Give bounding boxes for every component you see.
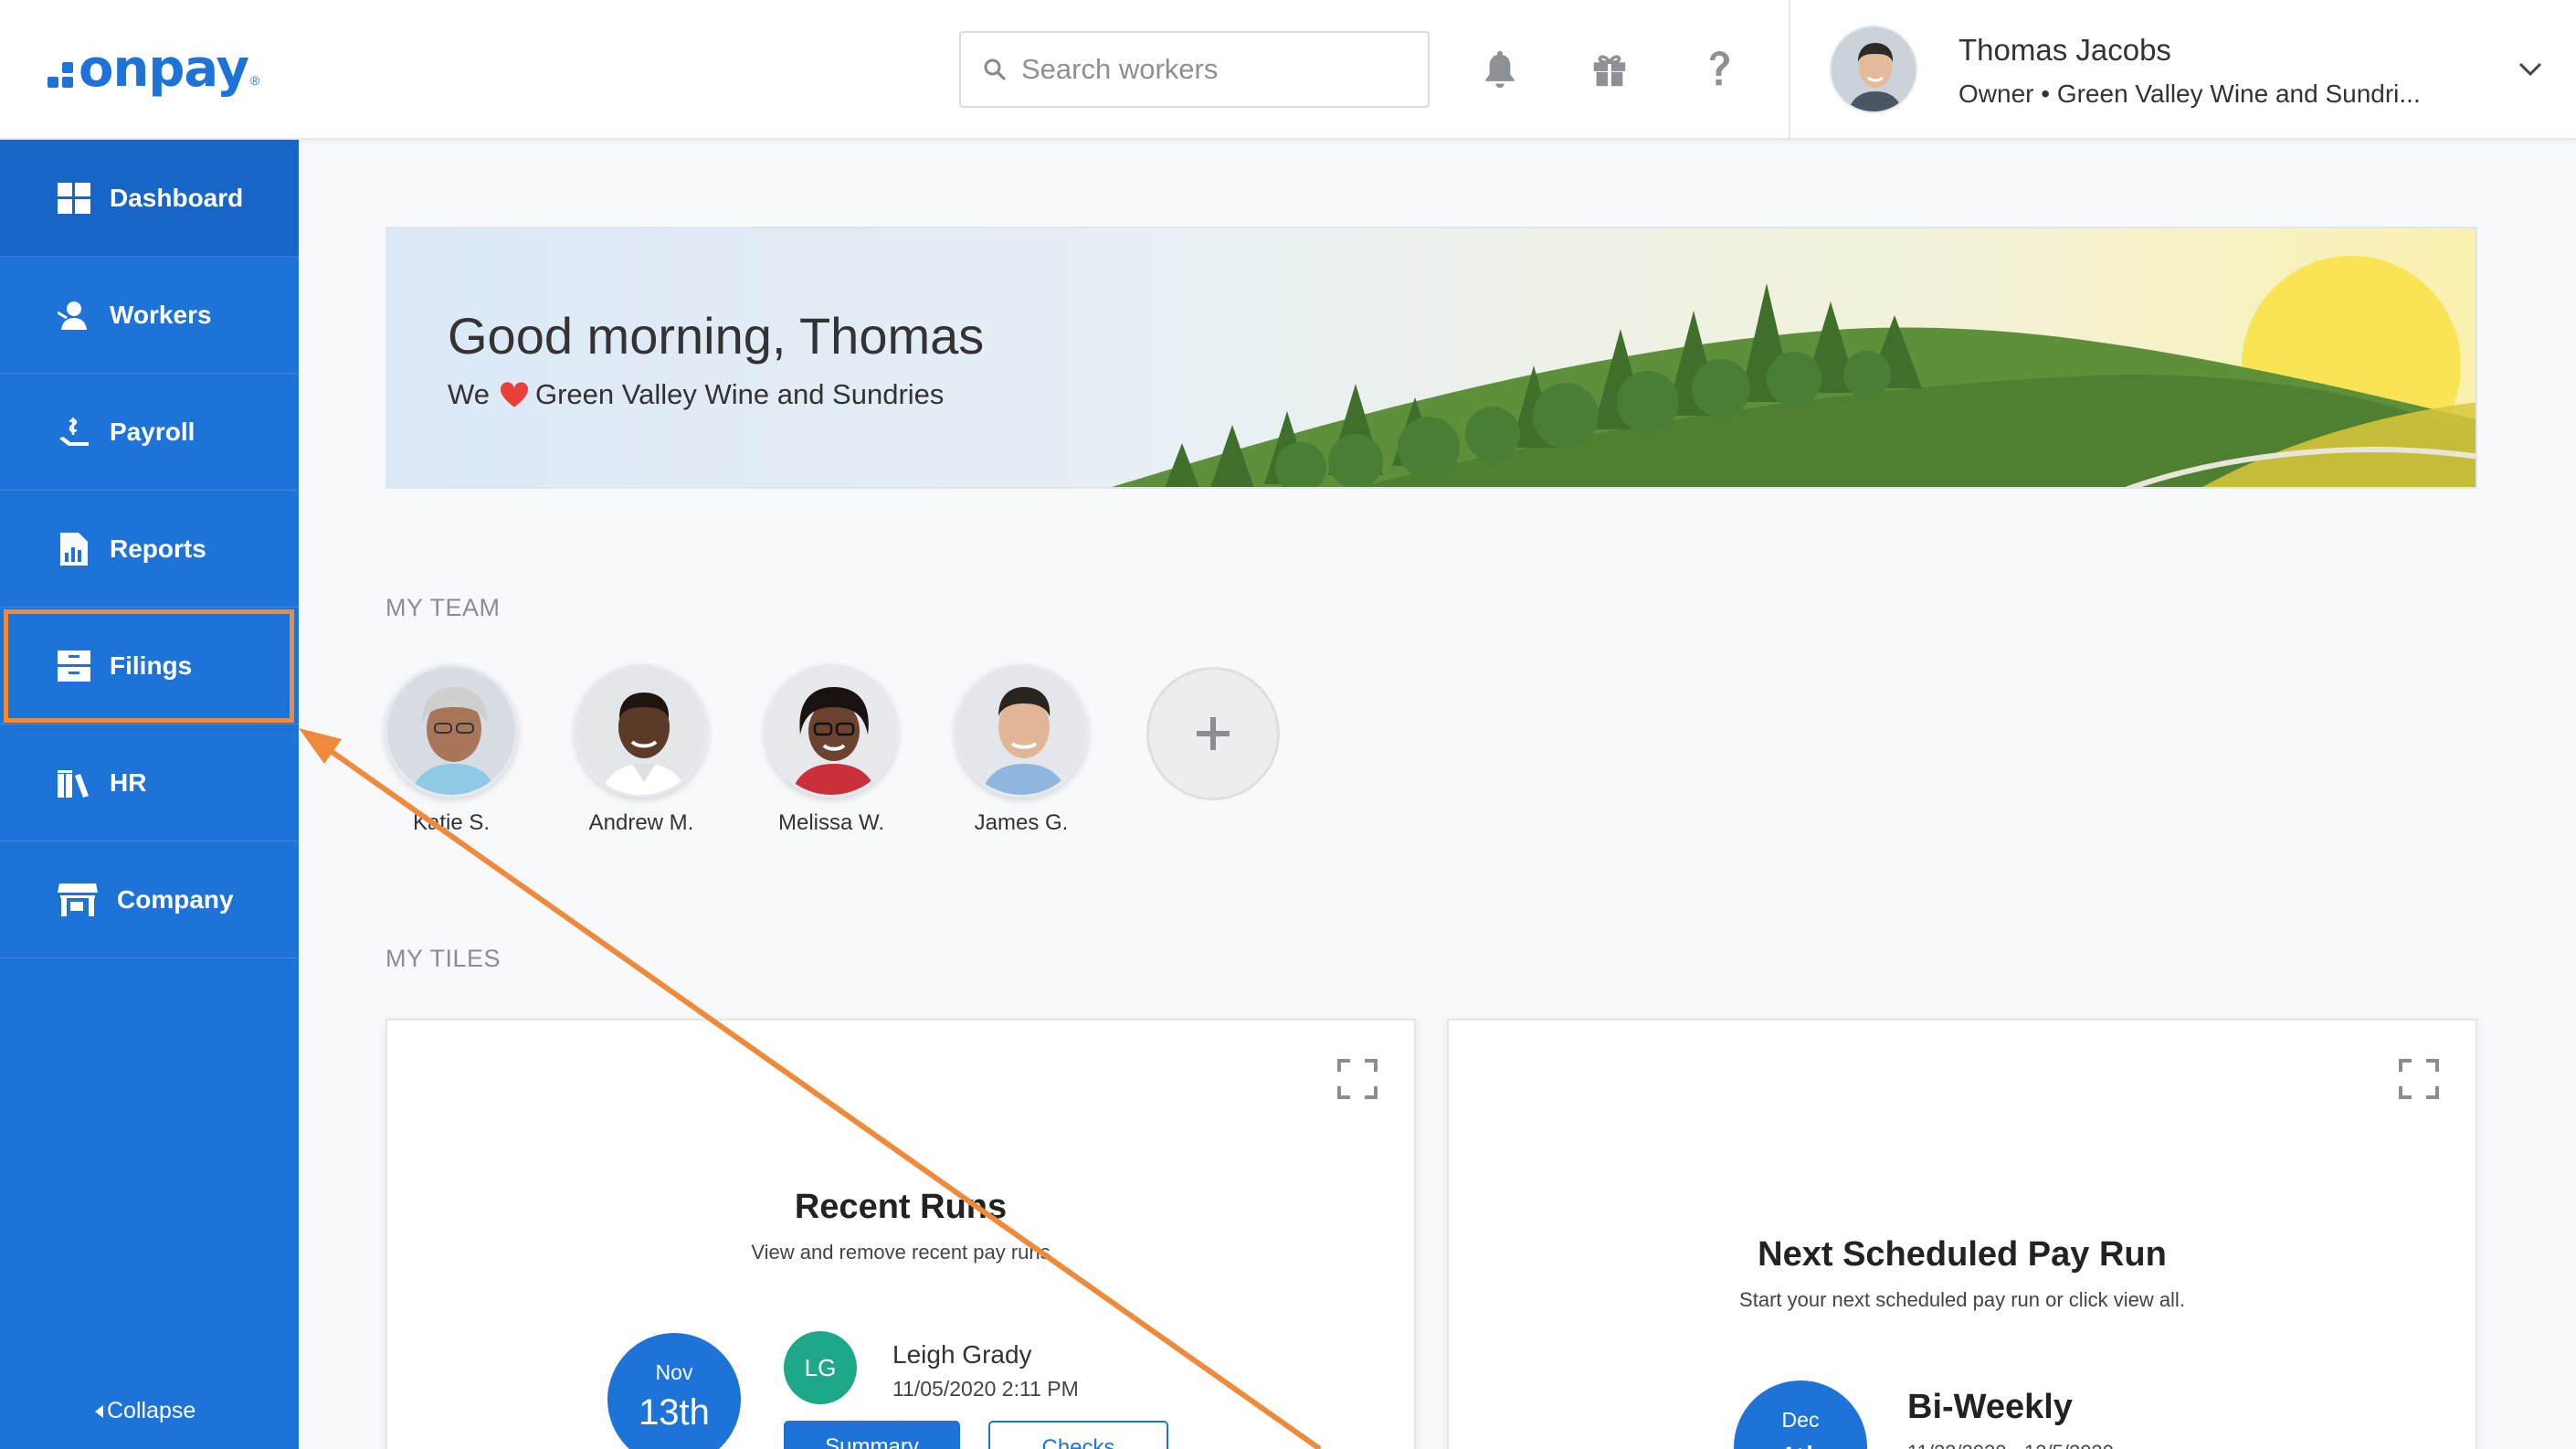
collapse-button[interactable]: Collapse bbox=[95, 1398, 195, 1424]
search-box[interactable] bbox=[959, 31, 1430, 108]
sidebar-item-reports[interactable]: Reports bbox=[0, 491, 299, 608]
run-datetime: 11/05/2020 2:11 PM bbox=[892, 1377, 1079, 1401]
team-member-melissa[interactable]: Melissa W. bbox=[763, 664, 900, 835]
expand-icon[interactable] bbox=[2399, 1059, 2439, 1099]
next-run-day: 4th bbox=[1734, 1440, 1867, 1449]
onpay-logo[interactable]: onpay ® bbox=[48, 37, 259, 100]
sidebar-item-dashboard[interactable]: Dashboard bbox=[0, 140, 299, 257]
greeting-company: Green Valley Wine and Sundries bbox=[534, 378, 945, 410]
arrow-head bbox=[299, 728, 342, 764]
pay-period-range: 11/22/2020 - 12/5/2020 bbox=[1907, 1441, 2114, 1449]
sidebar-item-payroll[interactable]: Payroll bbox=[0, 374, 299, 491]
avatar bbox=[955, 664, 1088, 798]
greeting-subtitle: We Green Valley Wine and Sundries bbox=[448, 378, 944, 411]
user-role-company[interactable]: Owner • Green Valley Wine and Sundri... bbox=[1958, 79, 2421, 109]
summary-button[interactable]: Summary bbox=[784, 1421, 960, 1449]
team-member-james[interactable]: James G. bbox=[953, 664, 1090, 835]
team-member-name: Andrew M. bbox=[588, 810, 694, 835]
team-member-katie[interactable]: Katie S. bbox=[383, 664, 520, 835]
initials-badge: LG bbox=[784, 1331, 857, 1404]
run-month: Nov bbox=[655, 1360, 693, 1384]
sidebar-item-label: Dashboard bbox=[110, 183, 244, 212]
tile-subtitle: View and remove recent pay runs bbox=[751, 1241, 1050, 1264]
tile-subtitle: Start your next scheduled pay run or cli… bbox=[1739, 1288, 2185, 1311]
filings-highlight-box bbox=[4, 609, 294, 723]
avatar bbox=[765, 664, 898, 798]
recent-runs-tile: Recent Runs View and remove recent pay r… bbox=[385, 1019, 1416, 1449]
logo-text: onpay bbox=[79, 38, 249, 99]
user-avatar[interactable] bbox=[1830, 26, 1917, 113]
team-member-name: Katie S. bbox=[412, 810, 491, 835]
workers-icon bbox=[57, 298, 91, 333]
team-member-name: James G. bbox=[974, 810, 1069, 835]
logo-dots-icon bbox=[48, 62, 73, 88]
run-person-name: Leigh Grady bbox=[892, 1340, 1032, 1369]
team-member-name: Melissa W. bbox=[777, 810, 884, 835]
checks-button[interactable]: Checks bbox=[988, 1421, 1168, 1449]
sidebar-item-label: HR bbox=[110, 767, 147, 797]
user-name[interactable]: Thomas Jacobs bbox=[1958, 33, 2171, 68]
greeting-we: We bbox=[448, 378, 490, 410]
expand-icon[interactable] bbox=[1337, 1059, 1378, 1099]
next-run-month: Dec bbox=[1781, 1408, 1820, 1432]
run-date-badge: Nov 13th bbox=[607, 1333, 741, 1449]
reports-icon bbox=[57, 532, 91, 566]
payroll-icon bbox=[57, 415, 91, 450]
sidebar-item-label: Reports bbox=[110, 534, 206, 563]
avatar bbox=[385, 664, 518, 798]
search-input[interactable] bbox=[1021, 53, 1405, 86]
company-icon bbox=[57, 883, 99, 917]
plus-icon bbox=[1197, 717, 1230, 750]
my-team-label: MY TEAM bbox=[385, 594, 501, 621]
tile-title: Recent Runs bbox=[794, 1188, 1008, 1226]
my-tiles-label: MY TILES bbox=[385, 945, 501, 972]
welcome-banner: Good morning, Thomas We Green Valley Win… bbox=[385, 227, 2477, 489]
sidebar-item-label: Workers bbox=[110, 300, 212, 329]
next-pay-run-tile: Next Scheduled Pay Run Start your next s… bbox=[1447, 1019, 2477, 1449]
sidebar-item-workers[interactable]: Workers bbox=[0, 257, 299, 374]
collapse-label: Collapse bbox=[107, 1398, 196, 1423]
sidebar-item-hr[interactable]: HR bbox=[0, 724, 299, 841]
sidebar-item-company[interactable]: Company bbox=[0, 841, 299, 958]
add-team-member-button[interactable] bbox=[1146, 667, 1280, 800]
header-divider bbox=[1789, 0, 1790, 140]
sidebar-item-label: Payroll bbox=[110, 417, 195, 446]
help-icon[interactable] bbox=[1690, 40, 1748, 99]
next-run-date-badge: Dec 4th bbox=[1734, 1380, 1867, 1449]
sidebar-item-label: Company bbox=[117, 884, 234, 914]
search-icon bbox=[984, 58, 1006, 80]
caret-left-icon bbox=[95, 1404, 103, 1418]
dashboard-icon bbox=[57, 181, 91, 216]
gift-icon[interactable] bbox=[1580, 40, 1639, 99]
greeting-title: Good morning, Thomas bbox=[448, 307, 985, 365]
logo-registered-mark: ® bbox=[250, 73, 260, 88]
heart-icon bbox=[500, 382, 528, 407]
chevron-down-icon[interactable] bbox=[2512, 51, 2549, 88]
pay-frequency: Bi-Weekly bbox=[1907, 1388, 2073, 1426]
avatar bbox=[575, 664, 708, 798]
run-day: 13th bbox=[639, 1392, 710, 1433]
team-member-andrew[interactable]: Andrew M. bbox=[573, 664, 710, 835]
top-header: onpay ® Thomas Jacobs Owner • Green Vall… bbox=[0, 0, 2576, 140]
hr-icon bbox=[57, 766, 91, 800]
bell-icon[interactable] bbox=[1471, 40, 1529, 99]
tile-title: Next Scheduled Pay Run bbox=[1758, 1235, 2167, 1274]
